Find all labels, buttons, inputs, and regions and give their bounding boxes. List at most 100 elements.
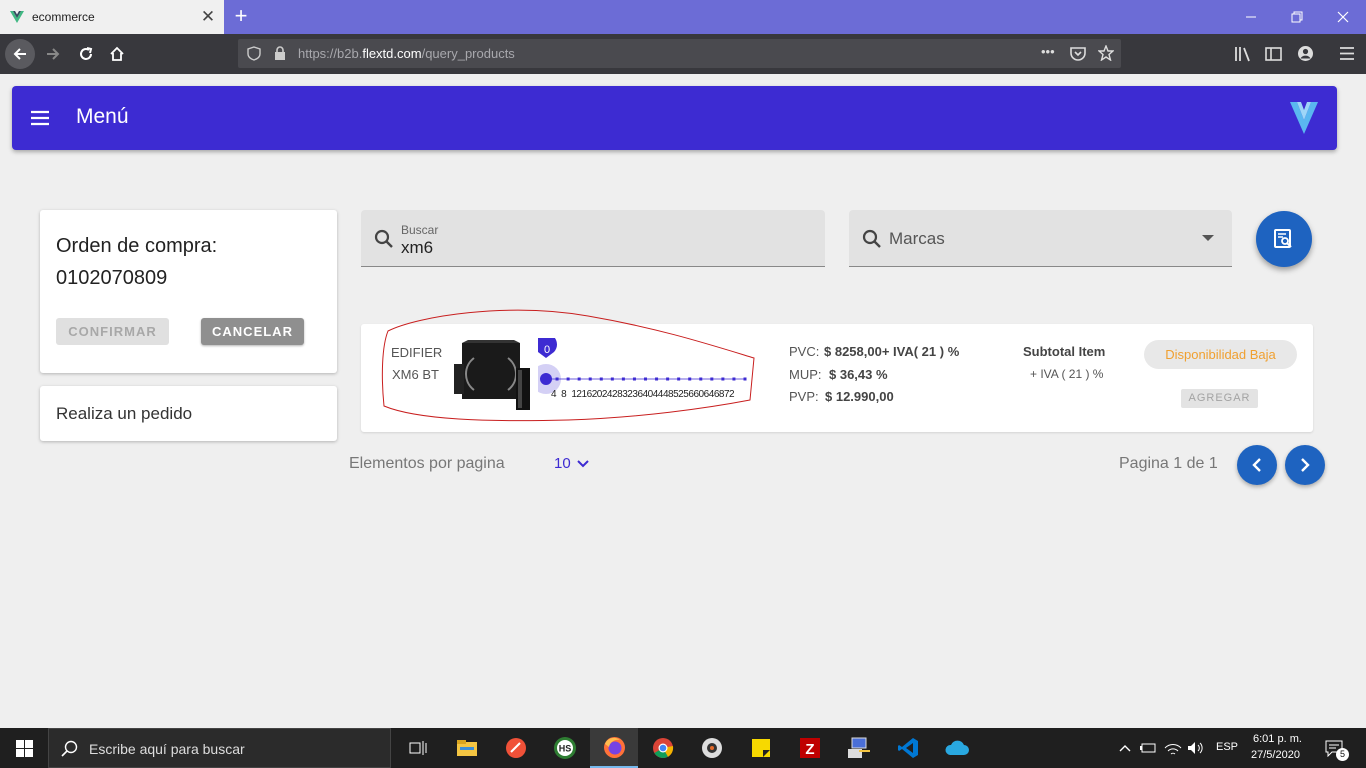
add-button[interactable]: AGREGAR (1181, 389, 1258, 408)
mup-label: MUP: (789, 367, 822, 382)
search-icon (374, 229, 393, 248)
slider-tick-mark[interactable] (610, 377, 614, 381)
pvp-label: PVP: (789, 389, 819, 404)
cancel-button[interactable]: CANCELAR (201, 318, 304, 345)
slider-tick-mark[interactable] (577, 377, 581, 381)
sticky-notes-icon[interactable] (746, 733, 776, 763)
slider-tick-label: 64 (703, 389, 715, 400)
slider-tick-mark[interactable] (732, 377, 736, 381)
slider-tick-mark[interactable] (566, 377, 570, 381)
confirm-button[interactable]: CONFIRMAR (56, 318, 169, 345)
order-card: Orden de compra: 0102070809 CONFIRMAR CA… (40, 210, 337, 373)
taskbar-search[interactable]: Escribe aquí para buscar (48, 728, 391, 768)
slider-tick-mark[interactable] (710, 377, 714, 381)
brand-select[interactable]: Marcas (849, 210, 1232, 267)
search-products-button[interactable] (1256, 211, 1312, 267)
library-icon[interactable] (1234, 46, 1252, 62)
sidebar-icon[interactable] (1265, 46, 1282, 62)
slider-tick-label: 40 (642, 389, 654, 400)
slider-tick-mark[interactable] (721, 377, 725, 381)
account-icon[interactable] (1297, 45, 1314, 62)
back-icon[interactable] (5, 39, 35, 69)
reload-icon[interactable] (71, 39, 101, 69)
pocket-icon[interactable] (1070, 46, 1086, 61)
slider-tick-label: 16 (581, 389, 593, 400)
svg-text:Z: Z (805, 741, 814, 758)
next-page-button[interactable] (1285, 445, 1325, 485)
slider-tick-label: 60 (693, 389, 704, 400)
dropdown-arrow-icon[interactable] (1202, 235, 1214, 242)
slider-tick-mark[interactable] (621, 377, 625, 381)
prev-page-button[interactable] (1237, 445, 1277, 485)
slider-tick-mark[interactable] (666, 377, 670, 381)
slider-tick-label: 4 (551, 389, 557, 400)
order-number: 0102070809 (56, 267, 168, 289)
hs-app-icon[interactable]: HS (550, 733, 580, 763)
bookmark-star-icon[interactable] (1098, 45, 1114, 61)
slider-tick-mark[interactable] (699, 377, 703, 381)
clock[interactable]: 6:01 p. m. 27/5/2020 (1248, 730, 1308, 766)
volume-icon[interactable] (1181, 733, 1211, 763)
slider-tick-label: 44 (652, 389, 664, 400)
home-icon[interactable] (102, 39, 132, 69)
vscode-icon[interactable] (893, 733, 923, 763)
notifications-icon[interactable]: 5 (1319, 733, 1349, 763)
network-app-icon[interactable] (844, 733, 874, 763)
firefox-taskbar-item[interactable] (590, 728, 638, 768)
vue-favicon-icon (10, 11, 24, 23)
slider-tick-mark[interactable] (743, 377, 747, 381)
slider-value-label: 0 (543, 344, 551, 356)
windows-taskbar: Escribe aquí para buscar HS Z ESP 6:01 p… (0, 728, 1366, 768)
slider-track[interactable] (538, 338, 748, 394)
file-explorer-icon[interactable] (452, 733, 482, 763)
restore-icon[interactable] (1274, 0, 1320, 34)
slider-tick-mark[interactable] (655, 377, 659, 381)
task-view-icon[interactable] (403, 733, 433, 763)
menu-icon[interactable] (28, 106, 52, 130)
slider-tick-mark[interactable] (632, 377, 636, 381)
quantity-slider[interactable]: 0 4 8 12 16 20 24 28 32 36 40 44 48 52 56 60 64 68 72 (538, 338, 748, 408)
new-tab-button[interactable]: + (228, 3, 254, 29)
url-path: /query_products (421, 46, 515, 61)
address-bar[interactable]: https://b2b.flextd.com/query_products ••… (238, 39, 1121, 68)
availability-badge: Disponibilidad Baja (1144, 340, 1297, 369)
per-page-select[interactable]: 10 (554, 455, 589, 472)
search-field[interactable]: Buscar xm6 (361, 210, 825, 267)
slider-tick-label: 56 (683, 389, 694, 400)
lock-icon[interactable] (274, 46, 286, 61)
slider-tick-mark[interactable] (644, 377, 647, 381)
tab-close-icon[interactable]: ✕ (196, 7, 220, 27)
chrome-icon[interactable] (648, 733, 678, 763)
slider-tick-mark[interactable] (688, 377, 692, 381)
cloud-app-icon[interactable] (942, 733, 972, 763)
swift-app-icon[interactable] (501, 733, 531, 763)
slider-tick-mark[interactable] (599, 377, 603, 381)
search-input[interactable]: xm6 (401, 238, 433, 258)
app-header: Menú (12, 86, 1337, 150)
windows-start-icon[interactable] (9, 733, 39, 763)
language-indicator[interactable]: ESP (1216, 741, 1238, 753)
slider-tick-mark[interactable] (677, 377, 681, 381)
mup-value: $ 36,43 % (829, 367, 888, 382)
slider-tick-mark[interactable] (588, 377, 592, 381)
search-icon (862, 229, 881, 248)
browser-tab[interactable]: ecommerce ✕ (0, 0, 224, 34)
page-actions-icon[interactable]: ••• (1041, 44, 1055, 59)
slider-tick-label: 8 (561, 389, 567, 400)
hamburger-menu-icon[interactable] (1339, 46, 1355, 61)
pvp-value: $ 12.990,00 (825, 389, 894, 404)
shield-icon[interactable] (247, 46, 261, 61)
minimize-icon[interactable] (1228, 0, 1274, 34)
slider-tick-label: 32 (622, 389, 633, 400)
close-window-icon[interactable] (1320, 0, 1366, 34)
tab-title: ecommerce (32, 10, 95, 24)
new-order-card[interactable]: Realiza un pedido (40, 386, 337, 441)
brand-logo-icon (1290, 102, 1318, 134)
url-domain: flextd.com (362, 46, 422, 61)
url-prefix: https://b2b. (298, 46, 363, 61)
firefox-icon (604, 737, 625, 758)
search-list-icon (1274, 229, 1292, 248)
forward-icon[interactable] (38, 39, 68, 69)
media-app-icon[interactable] (697, 733, 727, 763)
filezilla-icon[interactable]: Z (795, 733, 825, 763)
